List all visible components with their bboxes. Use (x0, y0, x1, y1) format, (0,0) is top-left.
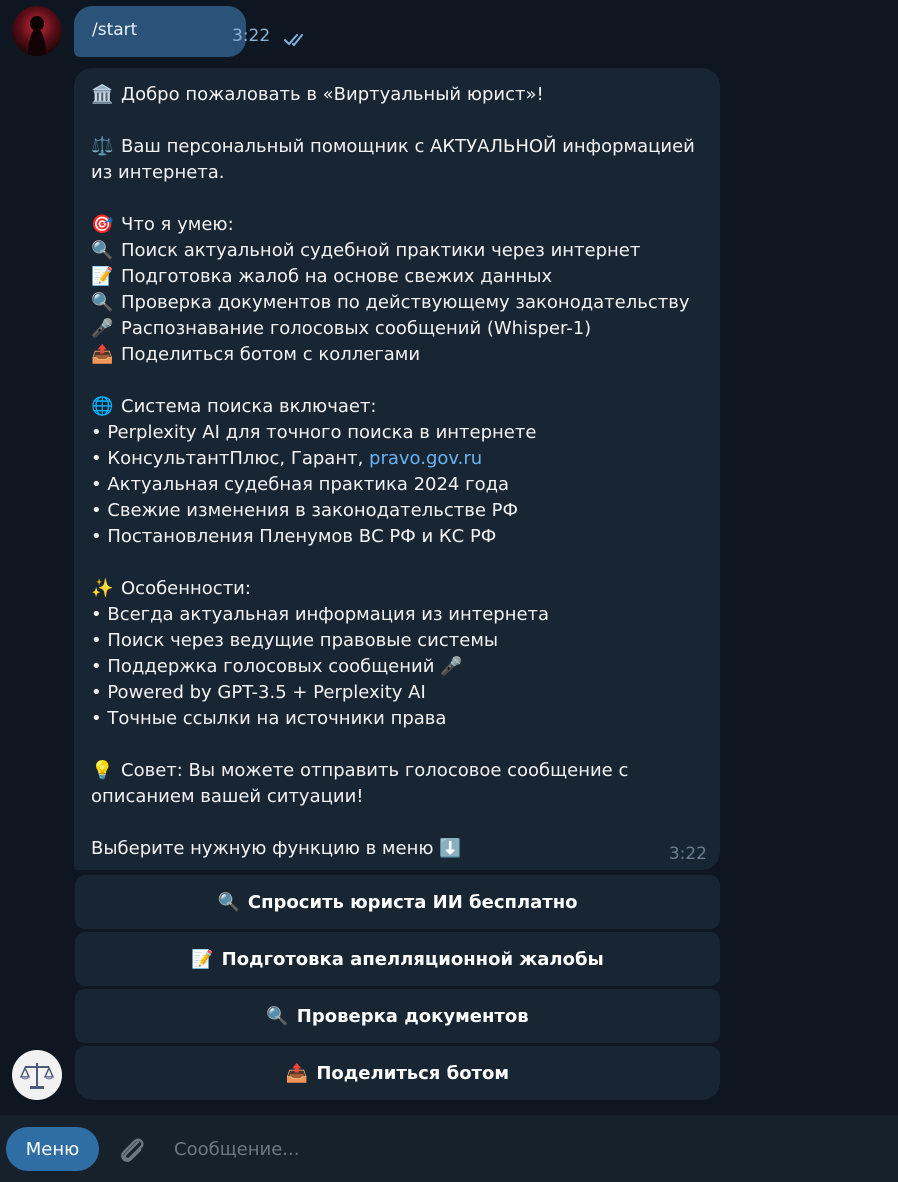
message-text: Особенности: (121, 578, 251, 599)
scales-icon: ⚖️ (91, 136, 114, 157)
message-line: 🏛️ Добро пожаловать в «Виртуальный юрист»… (91, 82, 544, 108)
message-text: Что я умею: (121, 214, 234, 235)
message-text: описанием вашей ситуации! (91, 786, 364, 807)
appeal-complaint-button[interactable]: 📝 Подготовка апелляционной жалобы (75, 932, 720, 986)
magnifier-icon: 🔍 (91, 240, 114, 261)
button-label: Поделиться ботом (316, 1062, 510, 1084)
message-line: 💡 Совет: Вы можете отправить голосовое со… (91, 758, 628, 784)
share-bot-button[interactable]: 📤 Поделиться ботом (75, 1046, 720, 1100)
message-line: • Поддержка голосовых сообщений 🎤 (91, 654, 463, 680)
button-label: Подготовка апелляционной жалобы (221, 948, 604, 970)
outgoing-message-text: /start (92, 20, 138, 40)
message-line: • Поиск через ведущие правовые системы (91, 628, 498, 654)
message-line: 📤 Поделиться ботом с коллегами (91, 342, 420, 368)
message-text: • КонсультантПлюс, Гарант, (91, 448, 370, 469)
message-text: Добро пожаловать в «Виртуальный юрист»! (121, 84, 544, 105)
message-text: Подготовка жалоб на основе свежих данных (121, 266, 553, 287)
institution-icon: 🏛️ (91, 84, 114, 105)
double-check-icon (284, 34, 303, 47)
message-text: • Поддержка голосовых сообщений 🎤 (91, 656, 463, 677)
bot-avatar[interactable] (12, 1050, 62, 1100)
message-line: описанием вашей ситуации! (91, 784, 363, 810)
menu-button[interactable]: Меню (6, 1127, 99, 1171)
magnifier-icon: 🔍 (91, 292, 114, 313)
bot-message[interactable]: 🏛️ Добро пожаловать в «Виртуальный юрист»… (74, 68, 720, 870)
target-icon: 🎯 (91, 214, 114, 235)
magnifier-icon: 🔍 (217, 891, 240, 913)
message-line: • Постановления Пленумов ВС РФ и КС РФ (91, 524, 496, 550)
button-label: Спросить юриста ИИ бесплатно (247, 891, 578, 913)
message-text: Выберите нужную функцию в меню ⬇️ (91, 838, 462, 859)
ask-lawyer-button[interactable]: 🔍 Спросить юриста ИИ бесплатно (75, 875, 720, 929)
memo-icon: 📝 (191, 948, 214, 970)
message-input[interactable] (174, 1127, 874, 1171)
message-text: из интернета. (91, 162, 225, 183)
message-text: • Поиск через ведущие правовые системы (91, 630, 499, 651)
message-line: 🌐 Система поиска включает: (91, 394, 376, 420)
message-line: ⚖️ Ваш персональный помощник с АКТУАЛЬНОЙ… (91, 134, 695, 160)
outbox-icon: 📤 (91, 344, 114, 365)
message-line: • Всегда актуальная информация из интерн… (91, 602, 549, 628)
message-text: Поиск актуальной судебной практики через… (121, 240, 641, 261)
user-avatar-art (28, 16, 46, 56)
paperclip-icon[interactable] (114, 1132, 150, 1168)
message-line: из интернета. (91, 160, 225, 186)
message-line: 🎤 Распознавание голосовых сообщений (Whis… (91, 316, 591, 342)
message-text: • Powered by GPT-3.5 + Perplexity AI (91, 682, 426, 703)
message-line: 🔍 Поиск актуальной судебной практики чере… (91, 238, 640, 264)
button-label: Проверка документов (296, 1005, 529, 1027)
message-line: 📝 Подготовка жалоб на основе свежих данны… (91, 264, 552, 290)
message-line: ✨ Особенности: (91, 576, 251, 602)
message-text: • Perplexity AI для точного поиска в инт… (91, 422, 537, 443)
message-composer: Меню (0, 1115, 898, 1182)
chat-area: /start 3:22 🏛️ Добро пожаловать в «Виртуа… (0, 0, 898, 1115)
message-line: • Perplexity AI для точного поиска в инт… (91, 420, 536, 446)
message-line: 🎯 Что я умею: (91, 212, 234, 238)
message-text: Система поиска включает: (121, 396, 377, 417)
message-text: • Актуальная судебная практика 2024 года (91, 474, 510, 495)
magnifier-icon: 🔍 (266, 1005, 289, 1027)
microphone-icon: 🎤 (91, 318, 114, 339)
globe-icon: 🌐 (91, 396, 114, 417)
message-text: Совет: Вы можете отправить голосовое соо… (121, 760, 629, 781)
memo-icon: 📝 (91, 266, 114, 287)
outgoing-message[interactable]: /start 3:22 (74, 6, 303, 57)
bot-message-time: 3:22 (668, 844, 707, 864)
message-line: • Точные ссылки на источники права (91, 706, 446, 732)
message-text: Ваш персональный помощник с АКТУАЛЬНОЙ и… (121, 136, 695, 157)
message-line: • Свежие изменения в законодательстве РФ (91, 498, 518, 524)
message-text: • Постановления Пленумов ВС РФ и КС РФ (91, 526, 497, 547)
message-text: • Свежие изменения в законодательстве РФ (91, 500, 518, 521)
message-line: Выберите нужную функцию в меню ⬇️ (91, 836, 462, 862)
message-text: Проверка документов по действующему зако… (121, 292, 690, 313)
scales-of-justice-icon (19, 1063, 55, 1089)
outbox-icon: 📤 (285, 1062, 309, 1084)
message-line: • Powered by GPT-3.5 + Perplexity AI (91, 680, 426, 706)
message-text: • Всегда актуальная информация из интерн… (91, 604, 550, 625)
outgoing-message-time: 3:22 (232, 26, 271, 46)
user-avatar[interactable] (12, 6, 62, 56)
pravo-gov-link[interactable]: pravo.gov.ru (369, 448, 482, 469)
message-line: • Актуальная судебная практика 2024 года (91, 472, 509, 498)
message-text: Поделиться ботом с коллегами (121, 344, 421, 365)
message-line: • КонсультантПлюс, Гарант, pravo.gov.ru (91, 446, 482, 472)
sparkles-icon: ✨ (91, 578, 114, 599)
lightbulb-icon: 💡 (91, 760, 114, 781)
message-text: • Точные ссылки на источники права (91, 708, 447, 729)
message-line: 🔍 Проверка документов по действующему зак… (91, 290, 690, 316)
message-text: Распознавание голосовых сообщений (Whisp… (121, 318, 592, 339)
check-documents-button[interactable]: 🔍 Проверка документов (75, 989, 720, 1043)
